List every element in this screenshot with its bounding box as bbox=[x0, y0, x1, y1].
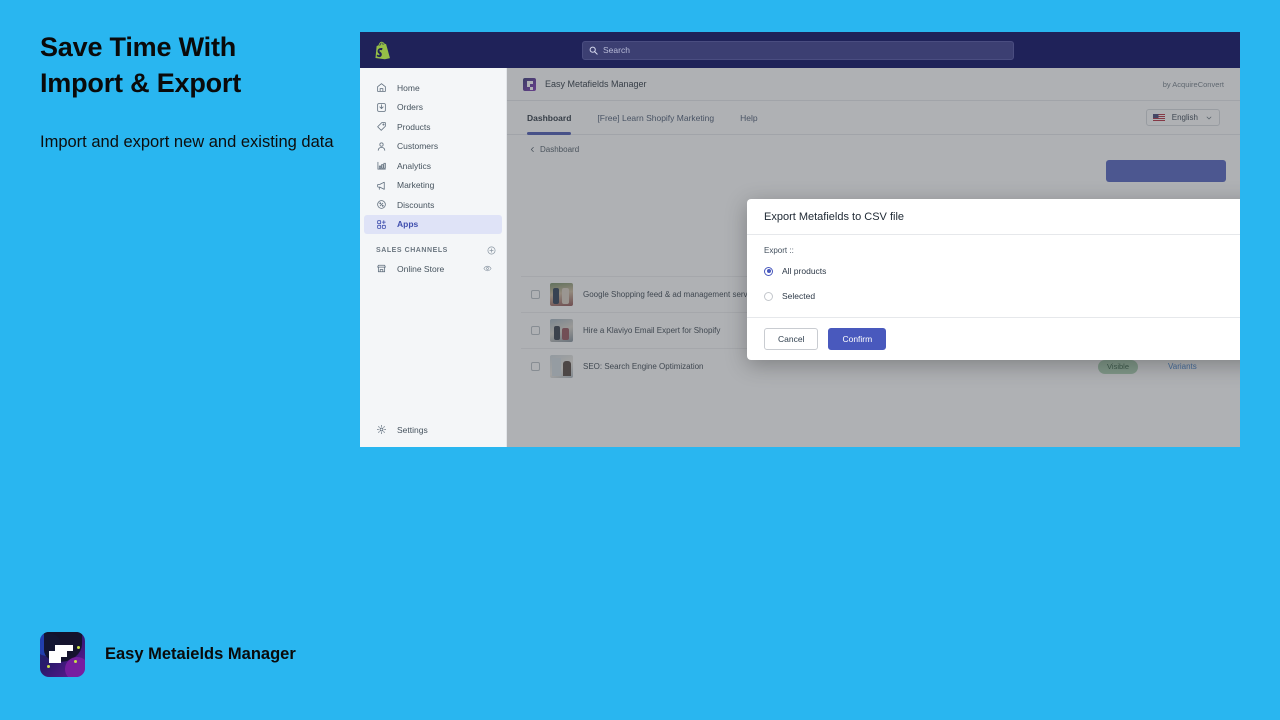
megaphone-icon bbox=[377, 181, 385, 190]
sidebar-item-home[interactable]: Home bbox=[364, 78, 502, 98]
radio-button[interactable] bbox=[764, 266, 773, 276]
sidebar-item-label: Discounts bbox=[397, 199, 435, 210]
sidebar-item-label: Customers bbox=[397, 141, 439, 152]
sidebar-section-label: SALES CHANNELS bbox=[376, 247, 448, 254]
modal-footer: Cancel Confirm bbox=[747, 318, 1240, 360]
orders-inbox-icon bbox=[377, 103, 386, 112]
sidebar-item-label: Products bbox=[397, 121, 431, 132]
sidebar-item-discounts[interactable]: Discounts bbox=[364, 195, 502, 215]
export-modal: Export Metafields to CSV file Export :: … bbox=[747, 199, 1240, 360]
promo-panel: Save Time With Import & Export Import an… bbox=[40, 30, 340, 155]
sidebar-item-analytics[interactable]: Analytics bbox=[364, 156, 502, 176]
radio-label: All products bbox=[782, 266, 827, 276]
shopify-sidebar: Home Orders Products Customers Analytics… bbox=[360, 68, 507, 447]
page-title: Save Time With Import & Export bbox=[40, 30, 340, 101]
radio-label: Selected bbox=[782, 291, 816, 301]
app-tile-icon bbox=[40, 632, 85, 677]
sidebar-item-settings[interactable]: Settings bbox=[360, 424, 428, 435]
confirm-button[interactable]: Confirm bbox=[828, 328, 887, 350]
sidebar-item-label: Online Store bbox=[397, 263, 445, 274]
bar-chart-icon bbox=[377, 162, 386, 170]
modal-title: Export Metafields to CSV file bbox=[764, 210, 905, 223]
sidebar-item-products[interactable]: Products bbox=[364, 117, 502, 137]
promo-subtitle: Import and export new and existing data bbox=[40, 133, 334, 152]
browser-window: Search Home Orders Products Customers An… bbox=[360, 32, 1240, 447]
apps-grid-icon bbox=[377, 219, 386, 229]
storefront-icon bbox=[377, 265, 386, 273]
modal-header: Export Metafields to CSV file bbox=[747, 199, 1240, 235]
gear-icon bbox=[376, 424, 387, 435]
search-input[interactable]: Search bbox=[582, 40, 1014, 60]
sidebar-item-label: Apps bbox=[397, 219, 419, 230]
radio-option-all-products[interactable]: All products bbox=[764, 266, 1240, 276]
app-content: Easy Metafields Manager by AcquireConver… bbox=[507, 68, 1240, 447]
cancel-button[interactable]: Cancel bbox=[764, 328, 819, 350]
sidebar-item-label: Orders bbox=[397, 102, 423, 113]
plus-circle-icon[interactable] bbox=[487, 246, 496, 255]
sidebar-item-orders[interactable]: Orders bbox=[364, 98, 502, 118]
home-icon bbox=[377, 83, 386, 92]
sidebar-item-marketing[interactable]: Marketing bbox=[364, 176, 502, 196]
sidebar-item-customers[interactable]: Customers bbox=[364, 137, 502, 157]
sidebar-item-label: Settings bbox=[397, 424, 428, 435]
shopify-bag-icon bbox=[375, 41, 391, 59]
app-branding: Easy Metaields Manager bbox=[40, 632, 296, 677]
radio-option-selected[interactable]: Selected bbox=[764, 291, 1240, 301]
sidebar-item-apps[interactable]: Apps bbox=[364, 214, 502, 234]
tag-icon bbox=[377, 122, 386, 131]
promo-title-line-1: Save Time With bbox=[40, 32, 237, 62]
modal-body: Export :: All products Selected bbox=[747, 235, 1240, 318]
sidebar-item-label: Home bbox=[397, 82, 420, 93]
eye-icon[interactable] bbox=[483, 264, 492, 273]
radio-button[interactable] bbox=[764, 291, 773, 301]
app-branding-name: Easy Metaields Manager bbox=[105, 645, 296, 663]
discount-percent-icon bbox=[377, 200, 386, 209]
person-icon bbox=[377, 142, 386, 151]
shopify-topbar: Search bbox=[360, 32, 1240, 68]
sidebar-item-label: Marketing bbox=[397, 180, 435, 191]
search-icon bbox=[589, 46, 598, 55]
export-field-label: Export :: bbox=[764, 246, 794, 255]
sidebar-item-online-store[interactable]: Online Store bbox=[364, 259, 502, 279]
sidebar-section-sales-channels: SALES CHANNELS bbox=[376, 246, 496, 255]
promo-title-line-2: Import & Export bbox=[40, 67, 242, 98]
search-placeholder: Search bbox=[603, 45, 630, 55]
sidebar-item-label: Analytics bbox=[397, 160, 432, 171]
